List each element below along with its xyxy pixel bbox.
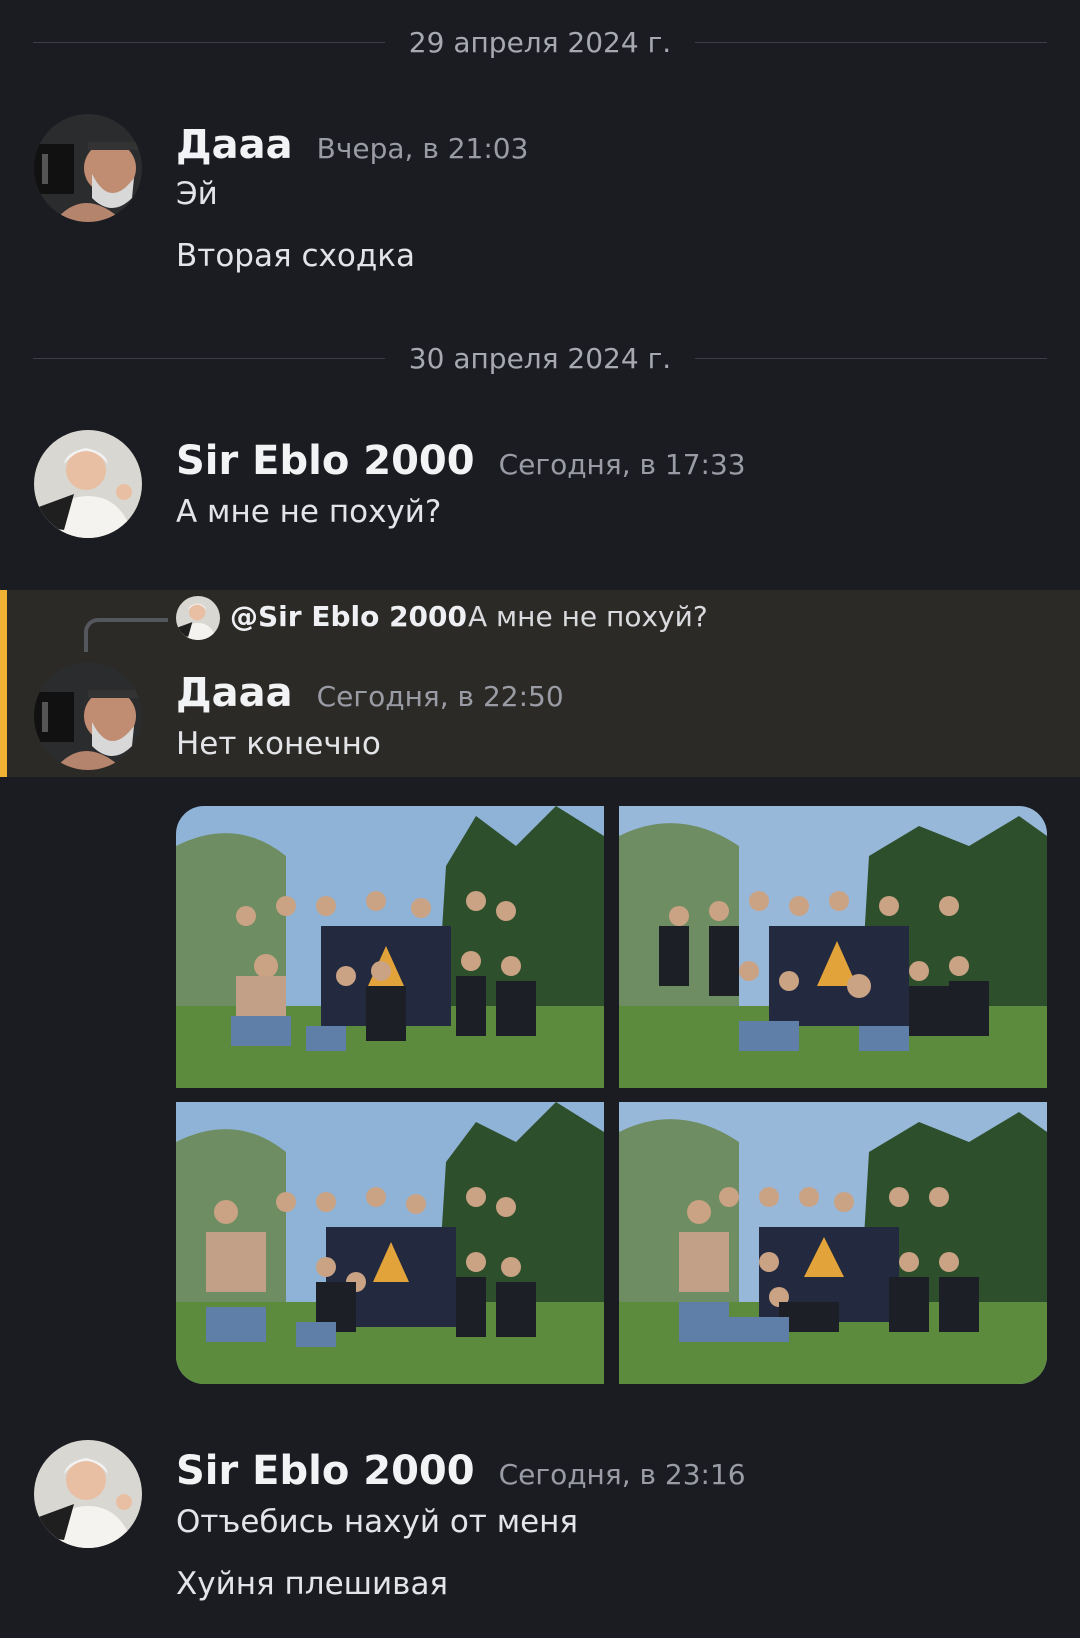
reply-spine [84, 618, 168, 652]
message-text: Отъебись нахуй от меня [176, 1504, 579, 1540]
avatar-daaa-icon [34, 662, 142, 770]
attachment-image[interactable] [176, 1102, 604, 1384]
attachment-image[interactable] [619, 1102, 1047, 1384]
message-timestamp: Сегодня, в 17:33 [498, 448, 746, 481]
message[interactable]: Дааа Сегодня, в 22:50 Нет конечно [0, 660, 1080, 780]
reply-preview-text[interactable]: А мне не похуй? [468, 600, 708, 633]
divider-line [695, 357, 1047, 359]
avatar-sir-eblo-icon [34, 1440, 142, 1548]
message-header: Sir Eblo 2000 Сегодня, в 17:33 [176, 438, 746, 484]
divider-line [33, 357, 385, 359]
date-divider-label: 29 апреля 2024 г. [408, 25, 672, 59]
divider-line [33, 41, 385, 43]
message-text: Нет конечно [176, 726, 381, 762]
avatar[interactable] [34, 1440, 142, 1548]
avatar-sir-eblo-icon [176, 596, 220, 640]
attachment-image[interactable] [619, 806, 1047, 1088]
date-divider: 29 апреля 2024 г. [33, 22, 1047, 62]
attachment-image[interactable] [176, 806, 604, 1088]
date-divider-label: 30 апреля 2024 г. [408, 341, 672, 375]
chat-view: 29 апреля 2024 г. Дааа Вчера, в 21:03 Эй… [0, 0, 1080, 1638]
group-photo [176, 1102, 604, 1384]
reply-reference[interactable]: @Sir Eblo 2000 А мне не похуй? [84, 596, 1064, 652]
message-timestamp: Вчера, в 21:03 [316, 132, 529, 165]
avatar[interactable] [34, 114, 142, 222]
reply-mention[interactable]: @Sir Eblo 2000 [230, 600, 467, 633]
author-name[interactable]: Дааа [176, 122, 293, 168]
message-text: Вторая сходка [176, 238, 415, 274]
message[interactable]: Sir Eblo 2000 Сегодня, в 17:33 А мне не … [0, 428, 1080, 548]
divider-line [695, 41, 1047, 43]
message-header: Дааа Вчера, в 21:03 [176, 122, 528, 168]
author-name[interactable]: Sir Eblo 2000 [176, 1448, 475, 1494]
message-timestamp: Сегодня, в 22:50 [316, 680, 564, 713]
message-text: Хуйня плешивая [176, 1566, 449, 1602]
date-divider: 30 апреля 2024 г. [33, 338, 1047, 378]
group-photo [619, 1102, 1047, 1384]
author-name[interactable]: Sir Eblo 2000 [176, 438, 475, 484]
avatar-sir-eblo-icon [34, 430, 142, 538]
group-photo [176, 806, 604, 1088]
avatar[interactable] [34, 662, 142, 770]
message[interactable]: Sir Eblo 2000 Сегодня, в 23:16 Отъебись … [0, 1440, 1080, 1630]
message[interactable]: Дааа Вчера, в 21:03 Эй Вторая сходка [0, 110, 1080, 290]
avatar[interactable] [34, 430, 142, 538]
message-header: Дааа Сегодня, в 22:50 [176, 670, 564, 716]
group-photo [619, 806, 1047, 1088]
message-header: Sir Eblo 2000 Сегодня, в 23:16 [176, 1448, 746, 1494]
message-timestamp: Сегодня, в 23:16 [498, 1458, 746, 1491]
avatar-daaa-icon [34, 114, 142, 222]
image-gallery [176, 806, 1047, 1384]
message-text: А мне не похуй? [176, 494, 442, 530]
author-name[interactable]: Дааа [176, 670, 293, 716]
reply-avatar [176, 596, 220, 640]
message-text: Эй [176, 176, 218, 212]
